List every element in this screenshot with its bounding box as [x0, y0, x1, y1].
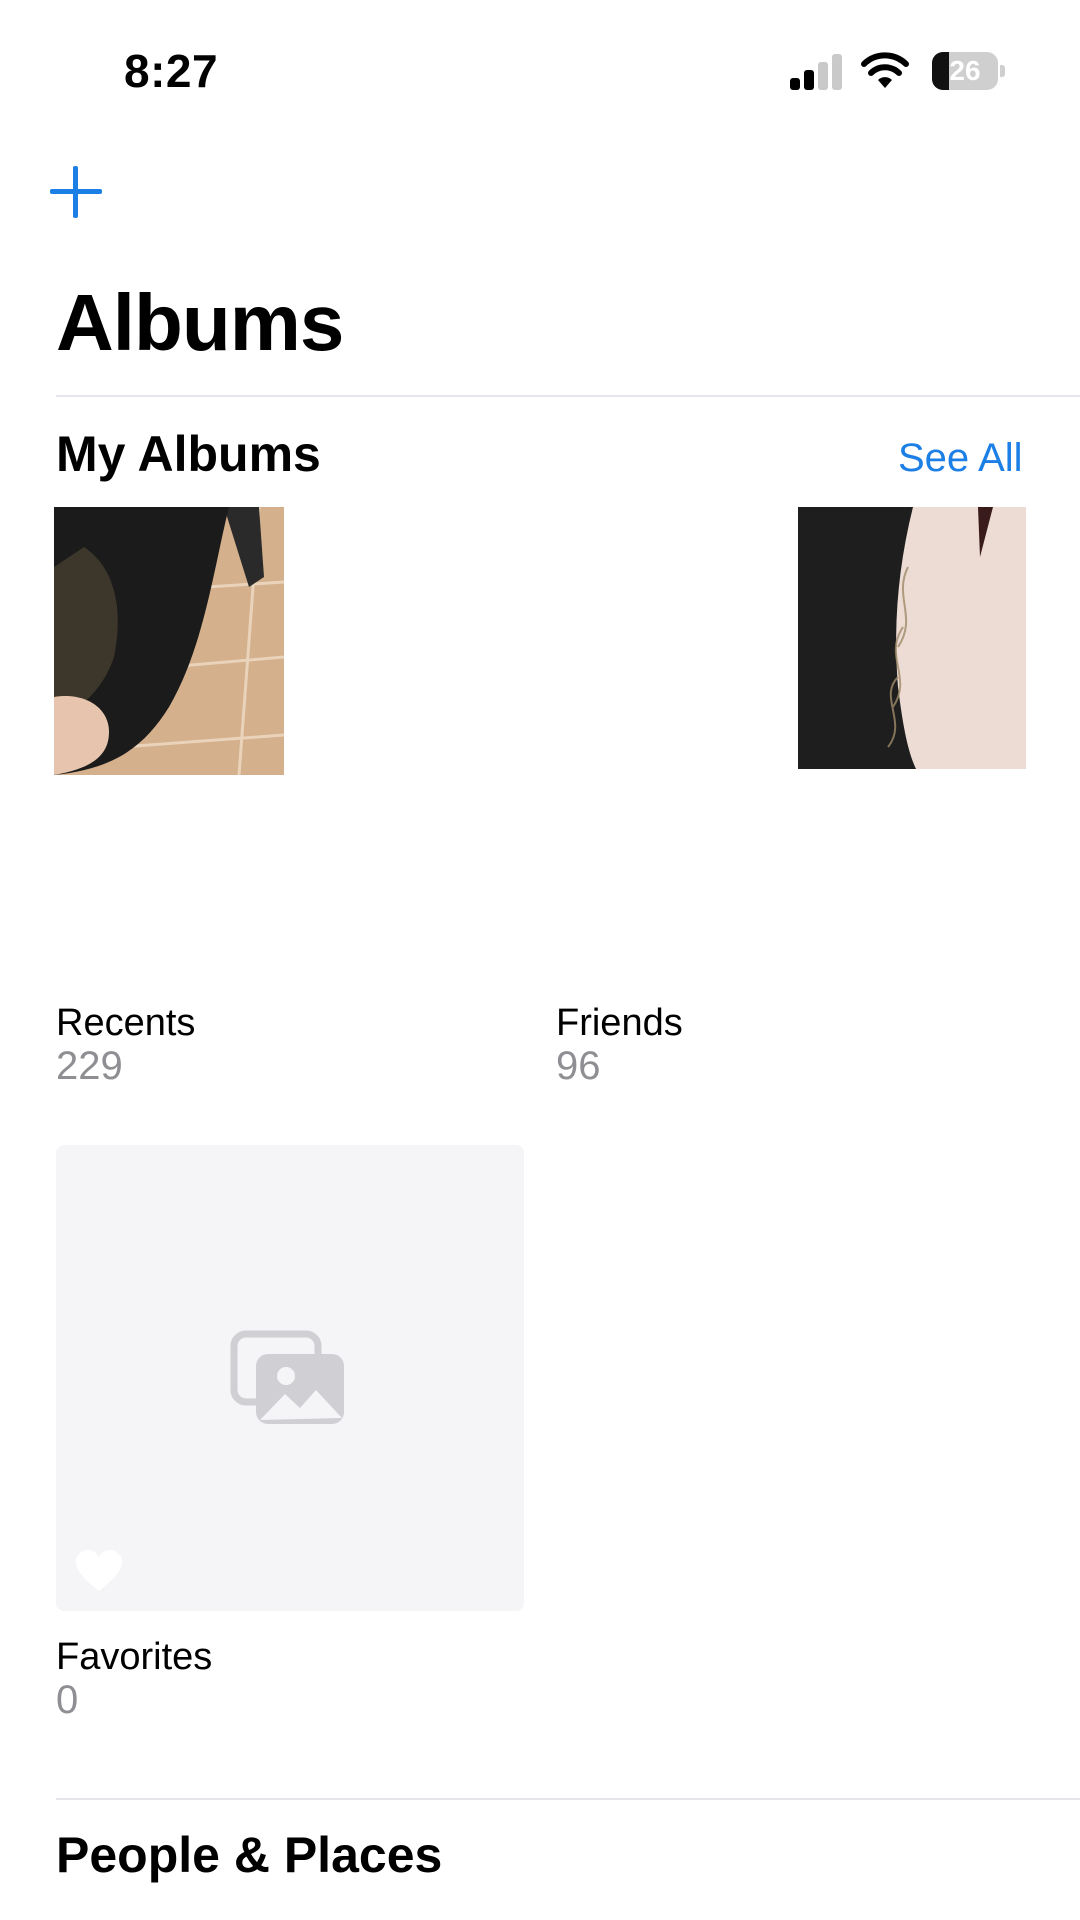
wifi-icon: [861, 52, 909, 88]
album-name-recents: Recents: [56, 1002, 196, 1044]
page-title: Albums: [56, 278, 344, 367]
favorites-album-thumbnail[interactable]: [56, 1145, 524, 1611]
status-time: 8:27: [124, 45, 219, 97]
my-albums-title: My Albums: [56, 426, 321, 482]
album-count-friends: 96: [556, 1044, 601, 1088]
friends-album-thumbnail[interactable]: [798, 507, 1026, 769]
album-name-friends: Friends: [556, 1002, 683, 1044]
section-divider: [56, 1798, 1080, 1800]
battery-icon: 26: [932, 52, 1006, 90]
album-name-favorites: Favorites: [56, 1636, 213, 1678]
people-places-title: People & Places: [56, 1827, 443, 1883]
see-all-button[interactable]: See All: [898, 434, 1023, 482]
album-count-recents: 229: [56, 1044, 123, 1088]
recents-album-thumbnail[interactable]: [54, 507, 284, 775]
header-divider: [56, 395, 1080, 397]
cellular-signal-icon: [790, 52, 844, 90]
photo-stack-icon: [230, 1330, 344, 1424]
add-album-button[interactable]: [48, 164, 104, 220]
heart-icon: [76, 1550, 122, 1591]
album-count-favorites: 0: [56, 1678, 79, 1722]
battery-level: 26: [949, 55, 981, 86]
